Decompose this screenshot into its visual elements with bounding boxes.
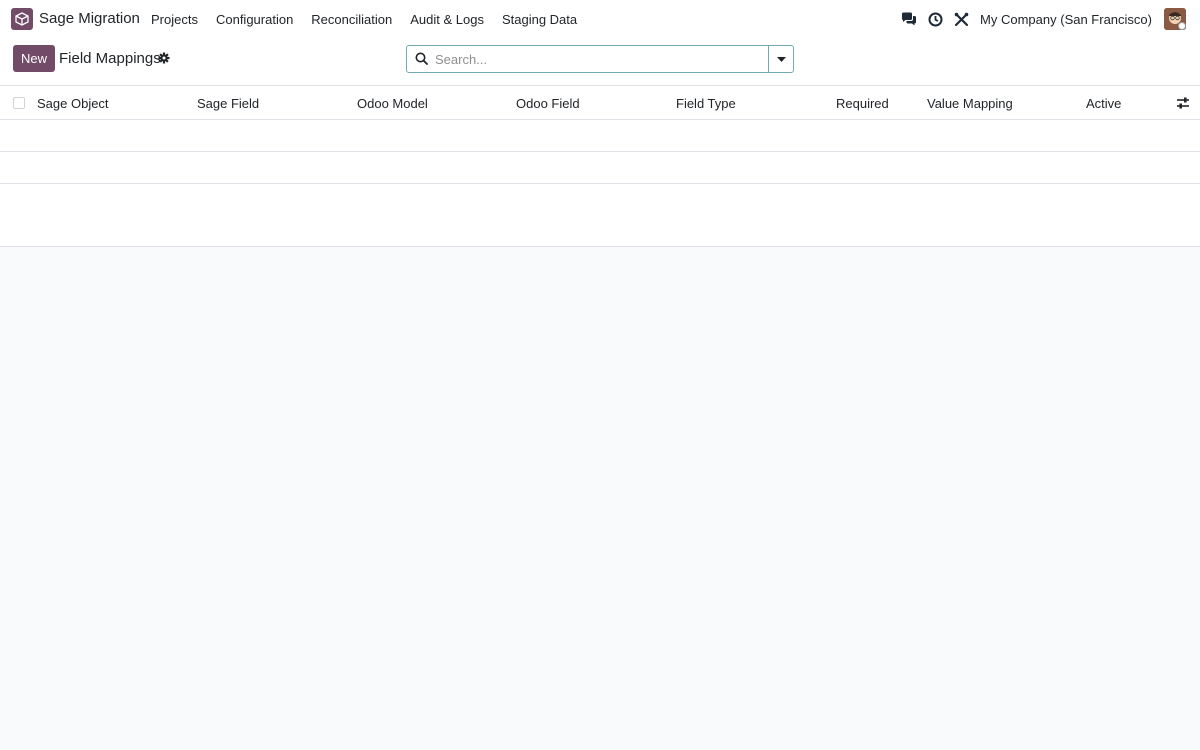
debug-tools-icon[interactable]: [953, 11, 969, 27]
company-switcher[interactable]: My Company (San Francisco): [980, 12, 1152, 27]
new-button[interactable]: New: [13, 45, 55, 72]
column-odoo-model[interactable]: Odoo Model: [357, 96, 428, 111]
control-panel: New Field Mappings: [0, 38, 1200, 86]
status-dot: [1178, 22, 1186, 30]
search-bar: [406, 45, 794, 73]
systray: My Company (San Francisco): [891, 7, 1186, 31]
top-navbar: Sage Migration Projects Configuration Re…: [0, 0, 1200, 38]
column-odoo-field[interactable]: Odoo Field: [516, 96, 580, 111]
user-avatar[interactable]: [1164, 8, 1186, 30]
select-all-checkbox[interactable]: [13, 97, 25, 109]
app-logo-icon[interactable]: [11, 8, 33, 30]
column-field-type[interactable]: Field Type: [676, 96, 736, 111]
column-sage-field[interactable]: Sage Field: [197, 96, 259, 111]
optional-columns-icon[interactable]: [1176, 96, 1190, 110]
column-required[interactable]: Required: [836, 96, 889, 111]
search-options-toggle[interactable]: [768, 46, 793, 72]
column-active[interactable]: Active: [1086, 96, 1121, 111]
list-empty-row: [0, 120, 1200, 152]
search-icon: [415, 52, 429, 66]
column-value-mapping[interactable]: Value Mapping: [927, 96, 1013, 111]
menu-audit-logs[interactable]: Audit & Logs: [410, 12, 484, 27]
column-sage-object[interactable]: Sage Object: [37, 96, 109, 111]
app-name[interactable]: Sage Migration: [39, 10, 140, 27]
page-title: Field Mappings: [59, 50, 161, 67]
search-input[interactable]: [435, 46, 768, 72]
messaging-icon[interactable]: [901, 11, 917, 27]
menu-staging-data[interactable]: Staging Data: [502, 12, 577, 27]
list-empty-row: [0, 184, 1200, 216]
list-empty-row: [0, 152, 1200, 184]
gear-icon[interactable]: [158, 52, 170, 64]
menu-configuration[interactable]: Configuration: [216, 12, 293, 27]
menu-reconciliation[interactable]: Reconciliation: [311, 12, 392, 27]
menu-projects[interactable]: Projects: [151, 12, 198, 27]
list-header: Sage Object Sage Field Odoo Model Odoo F…: [0, 86, 1200, 120]
list-empty-row: [0, 215, 1200, 247]
activity-clock-icon[interactable]: [927, 11, 943, 27]
caret-down-icon: [776, 56, 786, 62]
main-menu: Projects Configuration Reconciliation Au…: [151, 12, 595, 27]
